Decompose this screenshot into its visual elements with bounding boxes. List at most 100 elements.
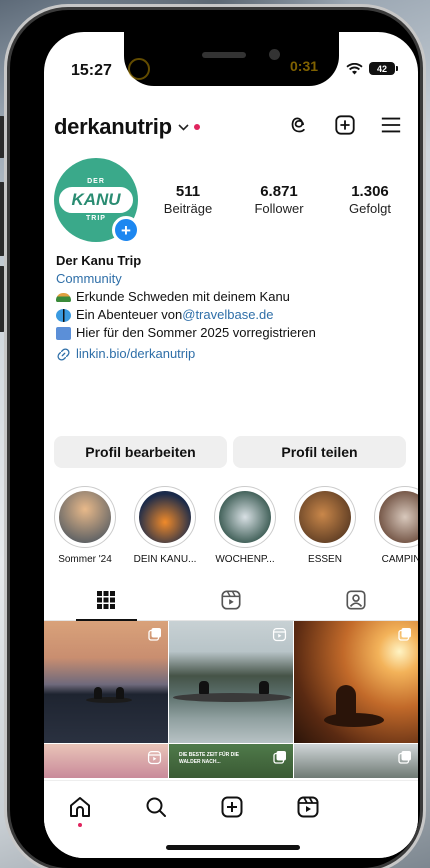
menu-icon[interactable]: [380, 115, 402, 135]
tab-tagged[interactable]: [293, 580, 418, 620]
bio-link[interactable]: linkin.bio/derkanutrip: [56, 345, 406, 363]
home-indicator: [166, 845, 300, 850]
highlight-image: [59, 491, 111, 543]
logo-top-text: DER: [87, 178, 105, 185]
bottom-navigation: [44, 780, 418, 858]
activity-ring-icon: [128, 58, 150, 80]
battery-icon: 42: [369, 62, 395, 75]
bio-text: Ein Abenteuer von: [76, 307, 183, 322]
stat-value: 511: [175, 183, 201, 200]
mention-link[interactable]: @travelbase.de: [182, 306, 273, 324]
bio-text: Erkunde Schweden mit deinem Kanu: [76, 289, 290, 304]
add-icon[interactable]: [334, 114, 356, 136]
display-name: Der Kanu Trip: [56, 253, 142, 268]
status-icons: 42: [346, 62, 398, 75]
highlight-item[interactable]: WOCHENP...: [212, 486, 278, 565]
down-arrow-emoji-icon: [56, 326, 71, 340]
highlight-label: Sommer '24: [58, 554, 112, 565]
header-actions: [288, 114, 402, 136]
highlight-ring: [374, 486, 418, 548]
tagged-icon: [346, 590, 366, 610]
stat-label: Follower: [254, 201, 304, 216]
add-story-plus-icon[interactable]: +: [112, 216, 140, 244]
highlight-item[interactable]: DEIN KANU...: [132, 486, 198, 565]
highlight-label: CAMPING: [381, 554, 418, 565]
highlight-item[interactable]: Sommer '24: [52, 486, 118, 565]
highlight-image: [219, 491, 271, 543]
side-button: [0, 266, 6, 332]
butterfly-emoji-icon: [56, 308, 71, 322]
post-overlay-line: DIE BESTE ZEIT FÜR DIE: [179, 752, 240, 758]
profile-stats: 511 Beiträge 6.871 Follower 1.306 Gefolg…: [148, 183, 410, 216]
side-button: [0, 182, 6, 256]
share-profile-button[interactable]: Profil teilen: [233, 436, 406, 468]
stat-followers[interactable]: 6.871 Follower: [239, 183, 319, 216]
logo-bottom-text: TRIP: [86, 215, 106, 222]
story-highlights: Sommer '24 DEIN KANU... WOCHENP... ESSEN: [44, 486, 418, 565]
phone-frame: 0:31 15:27 42 derkanutrip DER KANU TRIP …: [10, 10, 420, 868]
nav-home[interactable]: [64, 793, 96, 827]
stat-following[interactable]: 1.306 Gefolgt: [330, 183, 410, 216]
post-thumbnail[interactable]: [44, 621, 168, 743]
create-icon: [221, 796, 243, 818]
person-silhouette: [116, 687, 124, 699]
highlight-ring: [214, 486, 276, 548]
stat-value: 1.306: [351, 183, 389, 200]
highlight-label: WOCHENP...: [215, 554, 275, 565]
notification-dot: [193, 124, 200, 130]
post-thumbnail[interactable]: [294, 744, 418, 778]
person-silhouette: [336, 685, 356, 717]
camera-dot: [269, 49, 280, 60]
tab-posts[interactable]: [44, 580, 169, 621]
link-icon: [57, 347, 70, 361]
link-text: linkin.bio/derkanutrip: [76, 346, 196, 361]
threads-icon[interactable]: [288, 114, 310, 136]
bio-line-2: Ein Abenteuer von @travelbase.de: [56, 306, 406, 324]
post-overlay-text: DIE BESTE ZEIT FÜR DIE WALDER NACH...: [179, 752, 239, 766]
highlight-ring: [54, 486, 116, 548]
post-overlay-line: WALDER NACH...: [179, 759, 221, 765]
tab-reels[interactable]: [169, 580, 294, 620]
account-switcher[interactable]: derkanutrip: [54, 114, 200, 140]
reel-badge-icon: [272, 627, 287, 642]
reels-icon: [221, 590, 241, 610]
highlight-item[interactable]: CAMPING: [372, 486, 418, 565]
stat-label: Beiträge: [163, 201, 213, 216]
nav-reels[interactable]: [292, 793, 324, 821]
highlight-ring: [294, 486, 356, 548]
reels-nav-icon: [297, 796, 319, 818]
carousel-icon: [398, 751, 411, 764]
highlight-image: [299, 491, 351, 543]
nav-search[interactable]: [140, 793, 172, 821]
post-thumbnail[interactable]: [44, 744, 168, 778]
bio-line-1: Erkunde Schweden mit deinem Kanu: [56, 288, 406, 306]
highlight-image: [139, 491, 191, 543]
canoe-silhouette: [173, 693, 291, 702]
phone-screen: 0:31 15:27 42 derkanutrip DER KANU TRIP …: [44, 32, 418, 858]
stat-label: Gefolgt: [349, 201, 391, 216]
nav-icons: [64, 793, 324, 827]
island-timer: 0:31: [290, 58, 319, 74]
dynamic-island: 0:31: [124, 32, 339, 86]
battery-tip: [396, 66, 398, 71]
highlight-label: DEIN KANU...: [133, 554, 197, 565]
highlight-item[interactable]: ESSEN: [292, 486, 358, 565]
profile-tabs: [44, 580, 418, 621]
post-thumbnail[interactable]: [294, 621, 418, 743]
person-silhouette: [199, 681, 209, 694]
posts-grid: DIE BESTE ZEIT FÜR DIE WALDER NACH...: [44, 621, 418, 778]
search-icon: [146, 797, 166, 817]
nav-create[interactable]: [216, 793, 248, 821]
profile-avatar[interactable]: DER KANU TRIP +: [54, 158, 140, 244]
highlight-label: ESSEN: [308, 554, 342, 565]
post-thumbnail[interactable]: DIE BESTE ZEIT FÜR DIE WALDER NACH...: [169, 744, 293, 778]
stat-value: 6.871: [260, 183, 298, 200]
carousel-icon: [398, 628, 411, 641]
carousel-icon: [273, 751, 286, 764]
edit-profile-button[interactable]: Profil bearbeiten: [54, 436, 227, 468]
profile-bio: Der Kanu Trip Community Erkunde Schweden…: [56, 252, 406, 363]
stat-posts[interactable]: 511 Beiträge: [148, 183, 228, 216]
post-thumbnail[interactable]: [169, 621, 293, 743]
notification-dot: [78, 823, 82, 827]
home-icon: [70, 797, 90, 817]
